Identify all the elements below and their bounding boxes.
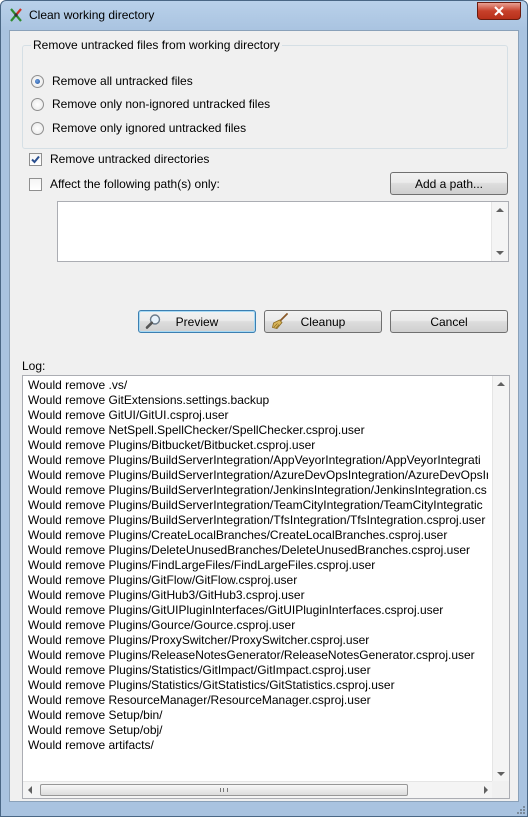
grip-icon	[220, 788, 228, 792]
size-grip-icon[interactable]	[514, 803, 526, 815]
log-line: Would remove Plugins/ProxySwitcher/Proxy…	[28, 633, 370, 647]
cleanup-button[interactable]: Cleanup	[264, 310, 382, 333]
close-button[interactable]	[477, 2, 521, 20]
log-line: Would remove Plugins/BuildServerIntegrat…	[28, 468, 488, 482]
scroll-up-icon[interactable]	[496, 208, 504, 212]
log-line: Would remove Plugins/Bitbucket/Bitbucket…	[28, 438, 316, 452]
close-icon	[494, 6, 504, 16]
radio-button[interactable]	[31, 97, 44, 111]
checkbox-label: Affect the following path(s) only:	[50, 177, 220, 191]
log-line: Would remove ResourceManager/ResourceMan…	[28, 693, 371, 707]
git-extensions-logo-icon	[10, 8, 22, 22]
button-label: Cleanup	[300, 314, 346, 329]
log-line: Would remove Setup/bin/	[28, 708, 163, 722]
title-bar[interactable]: Clean working directory	[1, 1, 527, 29]
log-line: Would remove Plugins/Statistics/GitStati…	[28, 678, 395, 692]
log-line: Would remove GitExtensions.settings.back…	[28, 393, 270, 407]
affect-paths-checkbox[interactable]	[29, 177, 42, 191]
log-lines: Would remove .vs/Would remove GitExtensi…	[28, 378, 488, 753]
log-line: Would remove .vs/	[28, 378, 128, 392]
broom-icon	[272, 313, 288, 329]
dialog-window: Clean working directory Remove untracked…	[0, 0, 528, 817]
horizontal-scroll-thumb[interactable]	[40, 784, 408, 796]
log-line: Would remove Plugins/BuildServerIntegrat…	[28, 453, 481, 467]
log-line: Would remove Plugins/BuildServerIntegrat…	[28, 513, 486, 527]
scroll-down-icon[interactable]	[496, 251, 504, 255]
radio-remove-all[interactable]: Remove all untracked files	[31, 73, 193, 89]
radio-button-selected[interactable]	[31, 74, 44, 88]
log-line: Would remove Plugins/BuildServerIntegrat…	[28, 498, 483, 512]
radio-button[interactable]	[31, 121, 44, 135]
log-line: Would remove Plugins/FindLargeFiles/Find…	[28, 558, 376, 572]
affect-paths-option[interactable]: Affect the following path(s) only:	[29, 176, 220, 192]
log-vertical-scrollbar[interactable]	[492, 376, 509, 782]
preview-button[interactable]: Preview	[138, 310, 256, 333]
log-line: Would remove Plugins/ReleaseNotesGenerat…	[28, 648, 475, 662]
radio-label: Remove only ignored untracked files	[52, 121, 247, 135]
log-textbox[interactable]: Would remove .vs/Would remove GitExtensi…	[22, 375, 510, 799]
magnifier-icon	[145, 314, 161, 329]
log-line: Would remove Plugins/GitHub3/GitHub3.csp…	[28, 588, 305, 602]
log-line: Would remove Plugins/GitFlow/GitFlow.csp…	[28, 573, 298, 587]
scroll-down-icon[interactable]	[497, 772, 505, 776]
radio-remove-ignored[interactable]: Remove only ignored untracked files	[31, 120, 246, 136]
group-legend: Remove untracked files from working dire…	[31, 38, 282, 52]
log-label: Log:	[22, 359, 46, 373]
radio-label: Remove only non-ignored untracked files	[52, 97, 271, 111]
radio-remove-non-ignored[interactable]: Remove only non-ignored untracked files	[31, 96, 270, 112]
log-line: Would remove Plugins/GitUIPluginInterfac…	[28, 603, 444, 617]
log-line: Would remove GitUI/GitUI.csproj.user	[28, 408, 229, 422]
radio-label: Remove all untracked files	[52, 74, 193, 88]
log-line: Would remove Plugins/CreateLocalBranches…	[28, 528, 448, 542]
log-horizontal-scrollbar[interactable]	[23, 781, 493, 798]
button-label: Cancel	[430, 314, 468, 329]
cancel-button[interactable]: Cancel	[390, 310, 508, 333]
remove-untracked-group: Remove untracked files from working dire…	[22, 38, 508, 149]
log-line: Would remove NetSpell.SpellChecker/Spell…	[28, 423, 365, 437]
paths-vertical-scrollbar[interactable]	[491, 202, 508, 261]
dialog-client-area: Remove untracked files from working dire…	[9, 30, 519, 802]
log-line: Would remove Setup/obj/	[28, 723, 163, 737]
scroll-right-icon[interactable]	[484, 786, 488, 794]
log-line: Would remove Plugins/Statistics/GitImpac…	[28, 663, 371, 677]
window-title: Clean working directory	[29, 8, 155, 22]
button-label: Add a path...	[414, 176, 484, 191]
log-line: Would remove Plugins/DeleteUnusedBranche…	[28, 543, 471, 557]
button-label: Preview	[175, 314, 219, 329]
add-path-button[interactable]: Add a path...	[390, 172, 508, 195]
checkbox-label: Remove untracked directories	[50, 152, 210, 166]
log-line: Would remove Plugins/Gource/Gource.cspro…	[28, 618, 296, 632]
paths-textbox[interactable]	[57, 201, 509, 262]
log-line: Would remove Plugins/BuildServerIntegrat…	[28, 483, 487, 497]
checkmark-icon	[31, 155, 40, 163]
remove-directories-option[interactable]: Remove untracked directories	[29, 151, 209, 167]
remove-directories-checkbox[interactable]	[29, 152, 42, 166]
scroll-left-icon[interactable]	[28, 786, 32, 794]
scroll-up-icon[interactable]	[497, 382, 505, 386]
log-line: Would remove artifacts/	[28, 738, 154, 752]
scrollbar-corner	[492, 781, 509, 798]
